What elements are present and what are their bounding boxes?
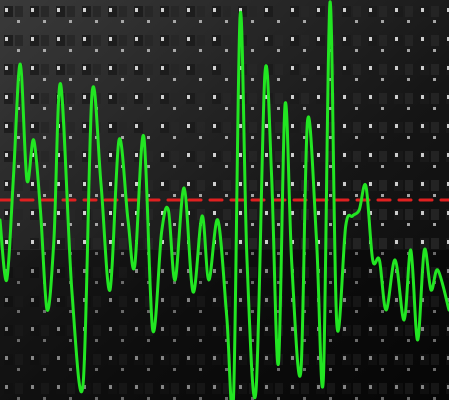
line-chart: [0, 0, 449, 400]
chart-container: [0, 0, 449, 400]
